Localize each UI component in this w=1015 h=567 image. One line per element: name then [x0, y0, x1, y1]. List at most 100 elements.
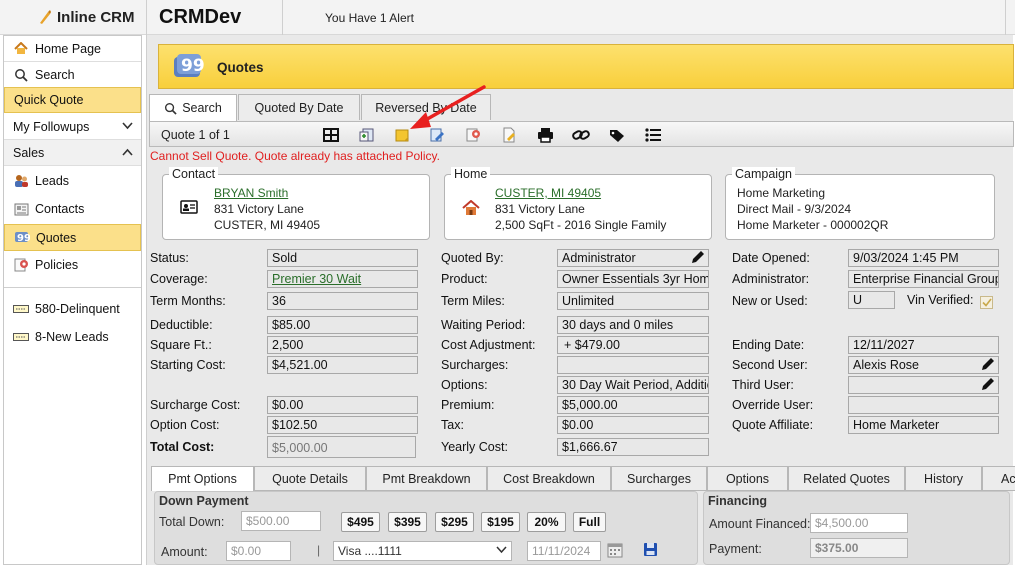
amount-financed-input[interactable]: $4,500.00 [810, 513, 908, 533]
product-label: Product: [441, 272, 488, 286]
sidebar-item-580-delinquent[interactable]: 580-Delinquent [4, 296, 141, 322]
surcharges-field [557, 356, 709, 374]
main-panel: 99 Quotes Search Quoted By Date Reversed… [146, 35, 1015, 565]
home-legend: Home [451, 167, 491, 181]
down-195-button[interactable]: $195 [481, 512, 520, 532]
starting-cost-label: Starting Cost: [150, 358, 226, 372]
sidebar-item-leads[interactable]: Leads [4, 168, 141, 194]
save-icon[interactable] [643, 542, 658, 560]
pencil-icon[interactable] [981, 357, 995, 373]
link-icon[interactable] [572, 126, 590, 144]
financing-title: Financing [708, 494, 768, 508]
sidebar-item-home[interactable]: Home Page [4, 36, 141, 62]
sidebar-item-quick-quote[interactable]: Quick Quote [4, 87, 141, 113]
third-user-label: Third User: [732, 378, 794, 392]
tab-related-quotes[interactable]: Related Quotes [788, 466, 905, 491]
total-down-input[interactable]: $500.00 [241, 511, 321, 531]
campaign-source: Direct Mail - 9/3/2024 [737, 202, 852, 216]
down-395-button[interactable]: $395 [388, 512, 427, 532]
list-menu-icon[interactable] [644, 126, 662, 144]
add-document-icon[interactable] [358, 126, 376, 144]
tab-cost-breakdown[interactable]: Cost Breakdown [487, 466, 611, 491]
payment-card-select[interactable]: Visa ....1111 [333, 541, 512, 561]
grid-icon[interactable] [322, 126, 340, 144]
date-opened-label: Date Opened: [732, 251, 810, 265]
sidebar-item-8-new-leads[interactable]: 8-New Leads [4, 324, 141, 350]
coverage-link[interactable]: Premier 30 Wait [272, 272, 361, 286]
field-separator: | [317, 543, 321, 557]
sidebar-section-sales[interactable]: Sales [4, 140, 141, 166]
contact-name-link[interactable]: BRYAN Smith [214, 186, 288, 200]
square-ft-field: 2,500 [267, 336, 418, 354]
total-cost-field: $5,000.00 [267, 436, 416, 458]
pencil-icon[interactable] [691, 250, 705, 266]
down-20-percent-button[interactable]: 20% [527, 512, 566, 532]
brand-name[interactable]: Inline CRM [57, 9, 135, 26]
surcharge-cost-field: $0.00 [267, 396, 418, 414]
tab-pmt-breakdown[interactable]: Pmt Breakdown [366, 466, 487, 491]
search-icon [13, 68, 29, 82]
tab-reversed-by-date[interactable]: Reversed By Date [361, 94, 491, 120]
amount-financed-label: Amount Financed: [709, 517, 811, 531]
total-cost-label: Total Cost: [150, 440, 215, 454]
contact-card-icon [180, 200, 198, 217]
down-495-button[interactable]: $495 [341, 512, 380, 532]
quote-affiliate-field: Home Marketer [848, 416, 999, 434]
down-295-button[interactable]: $295 [435, 512, 474, 532]
tab-surcharges[interactable]: Surcharges [611, 466, 707, 491]
surcharge-cost-label: Surcharge Cost: [150, 398, 241, 412]
svg-text:99: 99 [181, 56, 205, 76]
payment-input[interactable]: $375.00 [810, 538, 908, 558]
down-full-button[interactable]: Full [573, 512, 606, 532]
document-edit-icon[interactable] [500, 126, 518, 144]
amount-label: Amount: [161, 545, 208, 559]
ending-date-label: Ending Date: [732, 338, 805, 352]
product-field: Owner Essentials 3yr Home [557, 270, 709, 288]
quoted-by-field: Administrator [557, 249, 709, 267]
options-label: Options: [441, 378, 488, 392]
administrator-label: Administrator: [732, 272, 810, 286]
tab-search[interactable]: Search [149, 94, 237, 121]
page-banner: 99 Quotes [158, 44, 1014, 89]
tab-quote-details[interactable]: Quote Details [254, 466, 366, 491]
tab-more[interactable]: Ac [982, 466, 1015, 491]
notes-icon[interactable] [393, 126, 411, 144]
calendar-icon[interactable] [607, 542, 623, 561]
payment-date-input[interactable]: 11/11/2024 [527, 541, 601, 561]
cost-adjustment-label: Cost Adjustment: [441, 338, 536, 352]
sidebar-item-search[interactable]: Search [4, 62, 141, 88]
sidebar-item-policies[interactable]: Policies [4, 252, 141, 278]
page-title: Quotes [217, 60, 264, 75]
error-message: Cannot Sell Quote. Quote already has att… [150, 149, 440, 163]
sidebar-item-quotes[interactable]: 99 Quotes [4, 224, 141, 251]
down-payment-title: Down Payment [159, 494, 249, 508]
edit-document-icon[interactable] [428, 126, 446, 144]
starting-cost-field: $4,521.00 [267, 356, 418, 374]
home-link[interactable]: CUSTER, MI 49405 [495, 186, 601, 200]
deductible-field: $85.00 [267, 316, 418, 334]
tab-quoted-by-date[interactable]: Quoted By Date [238, 94, 360, 120]
svg-text:99: 99 [17, 233, 30, 244]
amount-input[interactable]: $0.00 [226, 541, 291, 561]
sidebar-item-my-followups[interactable]: My Followups [4, 114, 141, 140]
policies-icon [13, 258, 29, 272]
tags-icon[interactable] [608, 126, 626, 144]
list-icon [13, 302, 29, 316]
term-miles-field: Unlimited [557, 292, 709, 310]
sidebar: Home Page Search Quick Quote My Followup… [3, 35, 142, 565]
pencil-icon[interactable] [981, 377, 995, 393]
sidebar-item-contacts[interactable]: Contacts [4, 196, 141, 222]
print-icon[interactable] [536, 126, 554, 144]
second-user-label: Second User: [732, 358, 808, 372]
tab-options[interactable]: Options [707, 466, 788, 491]
home-icon [13, 42, 29, 56]
tab-history[interactable]: History [905, 466, 982, 491]
tab-pmt-options[interactable]: Pmt Options [151, 466, 254, 491]
vin-verified-checkbox[interactable] [980, 296, 993, 309]
option-cost-field: $102.50 [267, 416, 418, 434]
certificate-icon[interactable] [464, 126, 482, 144]
contact-legend: Contact [169, 167, 219, 181]
alert-link[interactable]: You Have 1 Alert [325, 11, 414, 25]
chevron-down-icon [496, 543, 507, 557]
date-opened-field: 9/03/2024 1:45 PM [848, 249, 999, 267]
